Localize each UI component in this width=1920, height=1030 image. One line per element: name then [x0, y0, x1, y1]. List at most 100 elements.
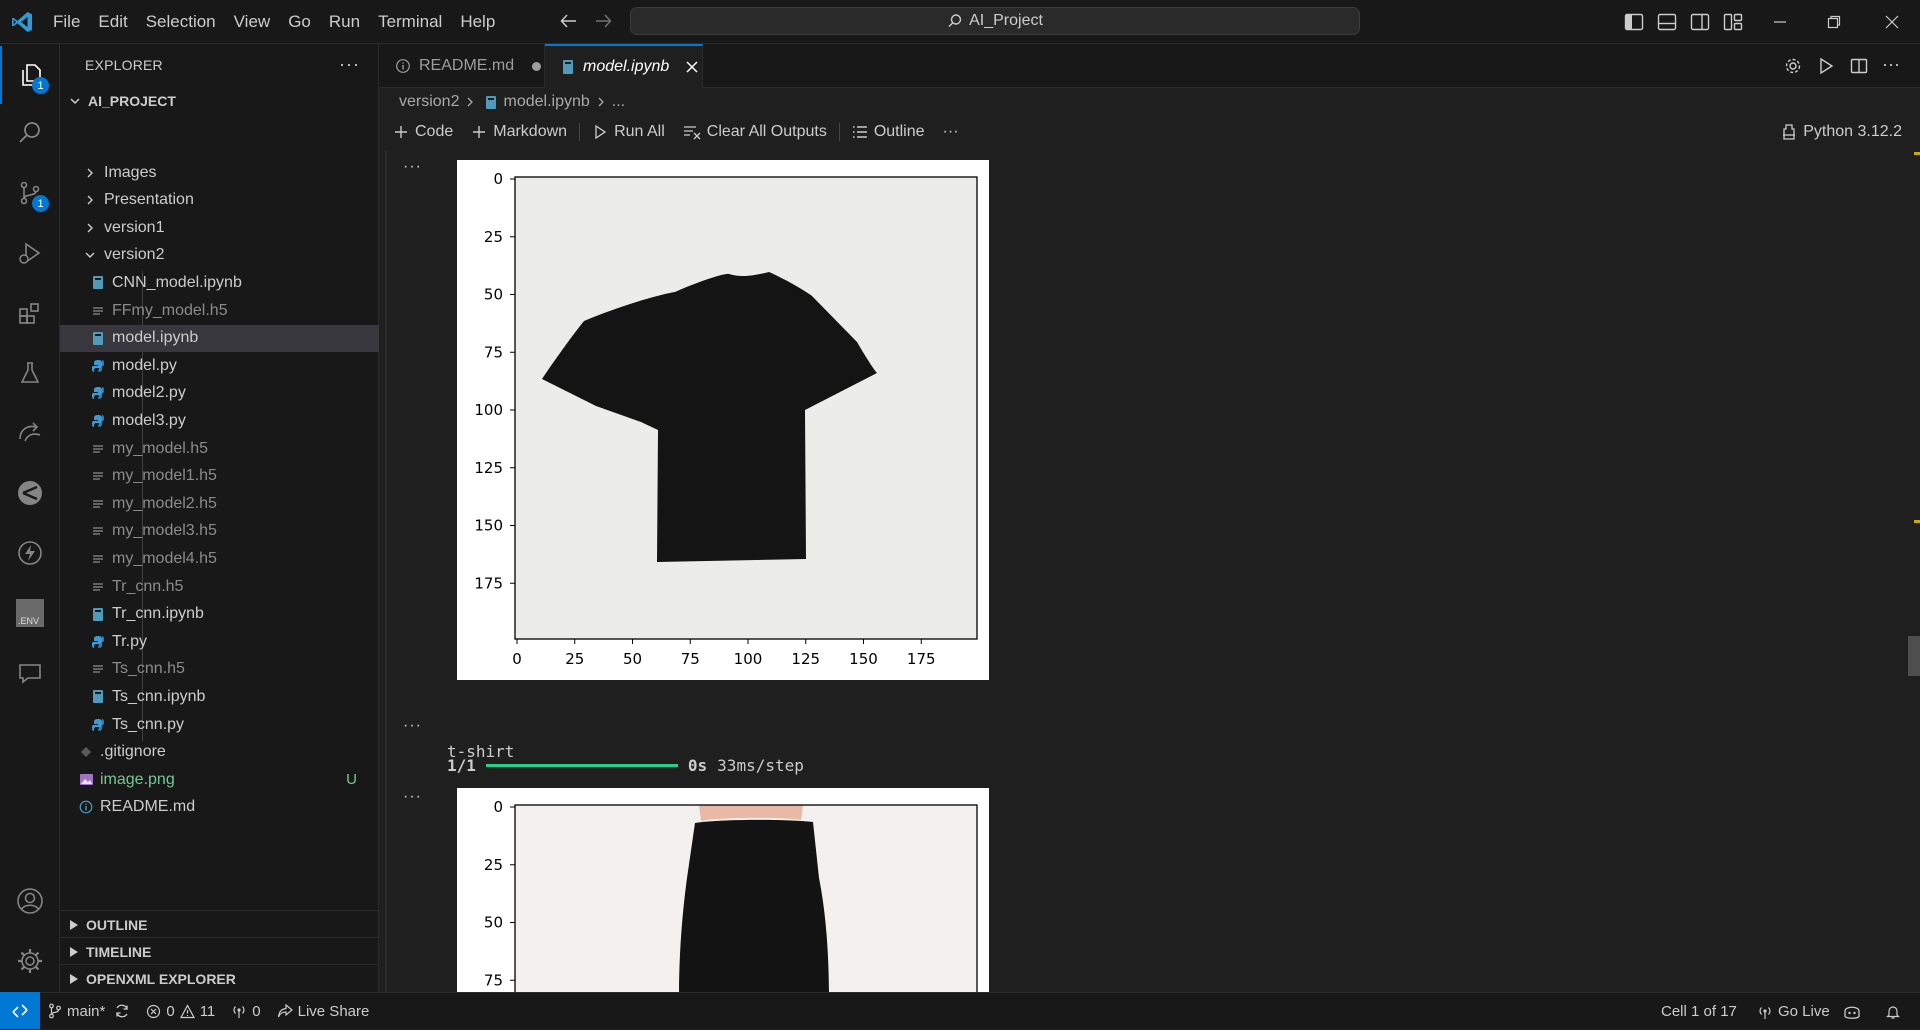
tree-item[interactable]: Ts_cnn.py — [60, 711, 379, 738]
menu-run[interactable]: Run — [320, 8, 369, 36]
tree-item[interactable]: CNN_model.ipynb — [60, 269, 379, 296]
tree-item[interactable]: Ts_cnn.h5 — [60, 656, 379, 683]
restore-icon[interactable] — [1806, 0, 1862, 44]
gitlens-activity[interactable] — [0, 464, 60, 522]
project-folder-header[interactable]: AI_PROJECT — [60, 90, 378, 112]
comments-activity[interactable] — [0, 644, 60, 702]
close-window-icon[interactable] — [1864, 0, 1920, 44]
breadcrumb-symbol[interactable]: ... — [612, 93, 625, 111]
customize-layout-icon[interactable] — [1722, 11, 1744, 33]
more-actions-icon[interactable]: ··· — [1882, 54, 1900, 75]
clear-all-outputs-button[interactable]: Clear All Outputs — [674, 123, 836, 141]
tab-readme[interactable]: README.md — [379, 44, 545, 88]
tree-item[interactable]: Tr.py — [60, 628, 379, 655]
manage-activity[interactable] — [0, 932, 60, 990]
y-tick-label: 50 — [484, 914, 503, 932]
cell-position[interactable]: Cell 1 of 17 — [1661, 993, 1737, 1030]
tree-item[interactable]: version1 — [60, 214, 379, 241]
add-markdown-label: Markdown — [493, 123, 568, 140]
tree-item[interactable]: model.py — [60, 352, 379, 379]
run-all-button[interactable]: Run All — [583, 123, 674, 141]
git-branch[interactable]: main* — [40, 1003, 138, 1020]
testing-activity[interactable] — [0, 344, 60, 402]
run-debug-icon — [19, 242, 41, 264]
timeline-section[interactable]: TIMELINE — [60, 937, 378, 965]
outline-button[interactable]: Outline — [843, 123, 934, 141]
editor-scrollbar-thumb[interactable] — [1908, 636, 1920, 676]
breadcrumb-folder[interactable]: version2 — [399, 93, 459, 111]
remote-indicator[interactable] — [0, 992, 40, 1029]
notifications-button[interactable] — [1885, 993, 1901, 1030]
close-tab-icon[interactable] — [685, 60, 699, 74]
add-markdown-cell-button[interactable]: Markdown — [462, 123, 576, 141]
menu-go[interactable]: Go — [279, 8, 320, 36]
tree-item[interactable]: my_model2.h5 — [60, 490, 379, 517]
menu-edit[interactable]: Edit — [89, 8, 136, 36]
git-icon — [78, 744, 94, 760]
source-control-activity[interactable]: 1 — [0, 164, 60, 222]
tree-item[interactable]: model2.py — [60, 380, 379, 407]
project-name: AI_PROJECT — [88, 93, 176, 109]
ports-indicator[interactable]: 0 — [223, 1003, 268, 1020]
menu-help[interactable]: Help — [451, 8, 504, 36]
remote-explorer-activity[interactable] — [0, 404, 60, 462]
tree-item[interactable]: Tr_cnn.h5 — [60, 573, 379, 600]
accounts-activity[interactable] — [0, 872, 60, 930]
outline-section[interactable]: OUTLINE — [60, 910, 378, 938]
explorer-activity[interactable]: 1 — [0, 46, 60, 104]
toolbar-more-button[interactable]: ··· — [934, 123, 968, 141]
command-center-search[interactable]: AI_Project — [630, 7, 1360, 35]
live-share-button[interactable]: Live Share — [269, 1003, 378, 1020]
tree-item[interactable]: model.ipynb — [60, 324, 379, 352]
toggle-primary-sidebar-icon[interactable] — [1623, 11, 1645, 33]
progress-time: 0s — [687, 756, 708, 775]
dotenv-activity[interactable]: .ENV — [0, 584, 60, 642]
openxml-explorer-section[interactable]: OPENXML EXPLORER — [60, 964, 378, 992]
run-icon[interactable] — [1816, 56, 1836, 76]
tree-item[interactable]: image.png U — [60, 766, 379, 793]
tree-item[interactable]: my_model.h5 — [60, 435, 379, 462]
menu-selection[interactable]: Selection — [137, 8, 225, 36]
env-label: .ENV — [18, 616, 40, 626]
search-activity[interactable] — [0, 104, 60, 162]
tree-item[interactable]: Tr_cnn.ipynb — [60, 601, 379, 628]
kernel-picker[interactable]: Python 3.12.2 — [1781, 118, 1902, 146]
tree-item[interactable]: my_model4.h5 — [60, 545, 379, 572]
unsaved-dot-icon[interactable] — [532, 61, 542, 71]
menu-file[interactable]: File — [44, 8, 89, 36]
tree-item[interactable]: my_model1.h5 — [60, 463, 379, 490]
output-more-button[interactable]: ··· — [403, 717, 422, 735]
thunder-client-activity[interactable] — [0, 524, 60, 582]
copilot-status[interactable] — [1842, 993, 1862, 1030]
run-debug-activity[interactable] — [0, 224, 60, 282]
go-forward-icon[interactable] — [592, 10, 614, 32]
tree-item[interactable]: my_model3.h5 — [60, 518, 379, 545]
problems-indicator[interactable]: 0 11 — [138, 1003, 223, 1020]
tree-item[interactable]: model3.py — [60, 407, 379, 434]
breadcrumb-file[interactable]: model.ipynb — [503, 93, 589, 111]
tree-item[interactable]: README.md — [60, 794, 379, 821]
output-more-button[interactable]: ··· — [403, 788, 422, 806]
tree-item[interactable]: version2 — [60, 242, 379, 269]
extensions-activity[interactable] — [0, 284, 60, 342]
toggle-secondary-sidebar-icon[interactable] — [1689, 11, 1711, 33]
toggle-panel-icon[interactable] — [1656, 11, 1678, 33]
tree-item[interactable]: Ts_cnn.ipynb — [60, 683, 379, 710]
tree-item[interactable]: Images — [60, 159, 379, 186]
tab-model-ipynb[interactable]: model.ipynb — [545, 44, 703, 88]
data-file-icon — [90, 579, 106, 595]
sync-icon[interactable] — [114, 1003, 130, 1019]
output-more-button[interactable]: ··· — [403, 158, 422, 176]
menu-terminal[interactable]: Terminal — [369, 8, 451, 36]
go-live-button[interactable]: Go Live — [1757, 993, 1830, 1030]
split-editor-icon[interactable] — [1849, 56, 1869, 76]
menu-view[interactable]: View — [225, 8, 280, 36]
tree-item[interactable]: Presentation — [60, 187, 379, 214]
tree-item[interactable]: FFmy_model.h5 — [60, 297, 379, 324]
minimize-icon[interactable] — [1752, 0, 1808, 44]
go-back-icon[interactable] — [558, 10, 580, 32]
add-code-cell-button[interactable]: Code — [379, 123, 462, 141]
explorer-more-actions[interactable]: ··· — [339, 54, 360, 75]
notebook-settings-icon[interactable] — [1783, 56, 1803, 76]
tree-item[interactable]: .gitignore — [60, 739, 379, 766]
